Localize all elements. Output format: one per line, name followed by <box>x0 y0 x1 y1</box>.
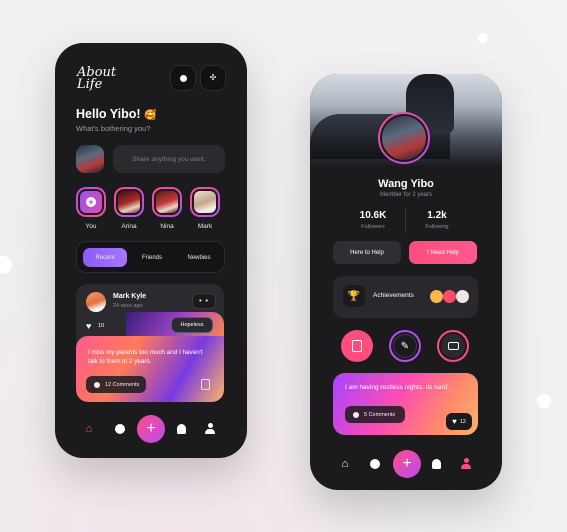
member-since: Member for 2 years <box>379 192 433 198</box>
like-count: 10 <box>98 323 105 329</box>
profile-screen-phone: Wang Yibo Member for 2 years 10.6K Follo… <box>310 74 502 490</box>
profile-avatar[interactable] <box>378 112 430 164</box>
chat-icon[interactable] <box>114 423 126 435</box>
post-text: I miss my parents too much and I haven't… <box>88 349 203 365</box>
story-arina[interactable] <box>114 187 144 217</box>
greeting-subtitle: What's bothering you? <box>76 124 151 133</box>
theme-toggle-button[interactable] <box>170 65 196 91</box>
document-icon <box>352 340 362 352</box>
badge-icon <box>456 290 469 303</box>
badge-icon <box>430 290 443 303</box>
add-story-icon: + <box>86 197 96 207</box>
comment-icon <box>94 381 100 388</box>
emoji-icon: 🥰 <box>144 110 157 121</box>
story-label: Nina <box>160 223 174 230</box>
story-label: Arina <box>121 223 137 230</box>
bg-dot <box>478 33 488 43</box>
tab-recent[interactable]: Recent <box>83 248 127 267</box>
post-time: 24 secs ago <box>113 303 143 309</box>
achievements-label: Achievements <box>373 292 414 299</box>
home-icon[interactable]: ⌂ <box>83 423 95 435</box>
grid-icon: ✣ <box>209 73 217 82</box>
like-count: 12 <box>459 418 466 425</box>
tab-friends[interactable]: Friends <box>130 248 174 267</box>
add-post-button[interactable]: + <box>137 415 165 443</box>
bg-dot <box>537 394 551 408</box>
post-options-button[interactable]: • • <box>192 293 216 309</box>
user-avatar[interactable] <box>76 145 104 173</box>
write-button[interactable]: ✎ <box>389 330 421 362</box>
greeting-text: Hello Yibo! <box>76 107 141 121</box>
more-icon: • • <box>199 297 209 305</box>
heart-icon: ♥ <box>452 417 457 426</box>
followers-count[interactable]: 10.6K <box>343 210 403 221</box>
story-nina[interactable] <box>152 187 182 217</box>
bottom-nav: ⌂ + <box>55 415 247 455</box>
badge-icon <box>443 290 456 303</box>
post-author: Mark Kyle <box>113 293 147 300</box>
profile-icon[interactable] <box>460 458 472 470</box>
stats-divider <box>405 209 406 233</box>
profile-name: Wang Yibo <box>378 178 434 190</box>
following-label: Following <box>425 224 449 230</box>
share-input[interactable]: Share anything you want. <box>113 145 225 173</box>
feather-icon: ✎ <box>400 340 410 352</box>
followers-label: Followers <box>361 224 385 230</box>
story-mark[interactable] <box>190 187 220 217</box>
post-card[interactable]: I am having restless nights. Its hard. 5… <box>333 373 478 435</box>
bell-icon[interactable] <box>175 423 187 435</box>
story-label: Mark <box>197 223 213 230</box>
bg-dot <box>0 256 12 274</box>
comment-icon <box>353 411 359 418</box>
add-post-button[interactable]: + <box>393 450 421 478</box>
app-logo: About Life <box>77 65 117 92</box>
post-tag: Hopeless <box>171 317 213 333</box>
bookmark-icon[interactable] <box>201 379 210 390</box>
following-count[interactable]: 1.2k <box>407 210 467 221</box>
camera-icon <box>447 342 459 350</box>
dot-icon <box>179 74 187 82</box>
story-you[interactable]: + <box>76 187 106 217</box>
camera-button[interactable] <box>437 330 469 362</box>
tab-newbies[interactable]: Newbies <box>177 248 221 267</box>
home-screen-phone: About Life ✣ Hello Yibo! 🥰 What's bother… <box>55 43 247 458</box>
home-icon[interactable]: ⌂ <box>339 458 351 470</box>
chat-icon[interactable] <box>369 458 381 470</box>
bell-icon[interactable] <box>430 458 442 470</box>
story-label: You <box>85 223 97 230</box>
need-help-button[interactable]: I Need Help <box>409 241 477 264</box>
post-text: I am having restless nights. Its hard. <box>345 384 450 391</box>
bottom-nav: ⌂ + <box>310 450 502 490</box>
author-avatar[interactable] <box>86 292 106 312</box>
trophy-icon: 🏆 <box>343 285 365 307</box>
profile-icon[interactable] <box>204 423 216 435</box>
feed-tabs: Recent Friends Newbies <box>76 241 225 273</box>
comments-count: 12 Comments <box>105 381 140 388</box>
greeting: Hello Yibo! 🥰 <box>76 107 157 121</box>
comments-count: 5 Comments <box>364 411 396 418</box>
menu-button[interactable]: ✣ <box>200 65 226 91</box>
notes-button[interactable] <box>341 330 373 362</box>
post-card[interactable]: Mark Kyle 24 secs ago • • ♥ 10 Hopeless … <box>76 284 224 402</box>
achievements-card[interactable]: 🏆 Achievements <box>333 276 478 318</box>
heart-icon[interactable]: ♥ <box>86 321 91 331</box>
comments-button[interactable]: 5 Comments <box>345 406 405 423</box>
comments-button[interactable]: 12 Comments <box>86 376 146 393</box>
like-button[interactable]: ♥ 12 <box>446 413 472 430</box>
here-to-help-button[interactable]: Here to Help <box>333 241 401 264</box>
